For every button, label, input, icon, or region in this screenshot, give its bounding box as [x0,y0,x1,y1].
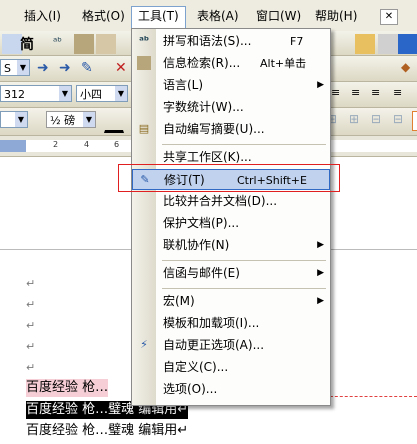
style-dropdown[interactable]: S ▼ [0,59,30,76]
book-icon[interactable] [74,34,94,54]
arrow-right-icon[interactable]: ➜ [58,59,78,79]
ruler-tick: 4 [84,140,90,149]
menu-tools[interactable]: 工具(T) [131,6,186,29]
paragraph-mark: ↵ [26,361,36,374]
toolbar-icon[interactable] [398,34,417,54]
spell-icon[interactable]: ᵃᵇ [52,34,72,54]
document-line[interactable]: 百度经验 枪… [26,379,109,397]
toolbar-icon[interactable] [378,34,398,54]
font-value: 312 [4,88,25,101]
menu-item-label: 模板和加载项(I)... [163,316,260,330]
submenu-arrow-icon: ▶ [317,80,324,90]
line-weight-dropdown[interactable]: ½ 磅 ▼ [46,111,96,128]
document-line[interactable]: 百度经验 枪…璧魂 编辑用↵ [26,422,188,440]
arrow-right-icon[interactable]: ➜ [36,59,56,79]
menu-item-auto-summarize[interactable]: ▤ 自动编写摘要(U)... [132,119,330,140]
edit-icon[interactable]: ✎ [80,59,100,79]
menu-window[interactable]: 窗口(W) [254,7,303,25]
research-icon [137,56,151,70]
line-dropdown[interactable]: ▼ [0,111,28,128]
menu-item-label: 保护文档(P)... [163,216,240,230]
close-doc-icon[interactable]: ✕ [380,9,398,25]
submenu-arrow-icon: ▶ [317,268,324,278]
table-icon[interactable]: ⊟ [392,111,412,131]
menu-item-macro[interactable]: 宏(M) ▶ [132,291,330,312]
autocorrect-icon: ⚡ [140,338,148,351]
menu-insert[interactable]: 插入(I) [22,7,63,25]
menu-item-label: 自定义(C)... [163,360,229,374]
size-value: 小四 [80,88,102,101]
tools-menu: ᵃᵇ 拼写和语法(S)... F7 信息检索(R)... Alt+单击 语言(L… [131,28,331,406]
menu-item-label: 宏(M) [163,294,195,308]
toolbar-button[interactable] [2,34,22,54]
menu-help[interactable]: 帮助(H) [313,7,359,25]
table-icon[interactable]: ⊞ [348,111,368,131]
paragraph-mark: ↵ [26,277,36,290]
toolbar-icon[interactable] [355,34,375,54]
spelling-icon: ᵃᵇ [138,34,150,47]
menu-item-label: 选项(O)... [163,382,218,396]
menu-item-autocorrect[interactable]: ⚡ 自动更正选项(A)... [132,335,330,356]
submenu-arrow-icon: ▶ [317,240,324,250]
summary-icon: ▤ [138,122,150,135]
toolbar-icon[interactable] [412,111,417,131]
align-right-icon[interactable]: ≡ [370,85,390,105]
menu-item-spelling[interactable]: ᵃᵇ 拼写和语法(S)... F7 [132,31,330,52]
align-left-icon[interactable]: ≡ [330,85,350,105]
font-dropdown[interactable]: 312 ▼ [0,85,72,102]
menu-item-online-collaboration[interactable]: 联机协作(N) ▶ [132,235,330,256]
menu-item-label: 自动更正选项(A)... [163,338,265,352]
menu-item-label: 字数统计(W)... [163,100,244,114]
menu-item-label: 信函与邮件(E) [163,266,240,280]
ruler-tick: 2 [53,140,59,149]
pen-color-icon[interactable] [104,111,124,133]
line-weight-value: ½ 磅 [50,114,76,127]
menu-item-language[interactable]: 语言(L) ▶ [132,75,330,96]
menu-item-protect-document[interactable]: 保护文档(P)... [132,213,330,234]
paragraph-mark: ↵ [26,340,36,353]
menu-item-label: 信息检索(R)... [163,56,241,70]
ruler-margin [0,140,26,152]
menu-item-label: 自动编写摘要(U)... [163,122,265,136]
menu-table[interactable]: 表格(A) [195,7,241,25]
highlight-annotation-box [118,164,340,192]
menu-separator [162,288,326,289]
paragraph-mark: ↵ [26,298,36,311]
menu-item-research[interactable]: 信息检索(R)... Alt+单击 [132,53,330,74]
menu-item-word-count[interactable]: 字数统计(W)... [132,97,330,118]
menu-item-label: 联机协作(N) [163,238,230,252]
toolbar-icon[interactable]: ◆ [400,59,417,79]
menu-separator [162,260,326,261]
menu-item-templates-addins[interactable]: 模板和加载项(I)... [132,313,330,334]
paste-icon[interactable] [96,34,116,54]
menu-separator [162,144,326,145]
justify-icon[interactable]: ≡ [392,85,412,105]
menu-item-label: 比较并合并文档(D)... [163,194,278,208]
menu-item-compare-merge[interactable]: 比较并合并文档(D)... [132,191,330,212]
menu-item-options[interactable]: 选项(O)... [132,379,330,400]
menu-item-label: 语言(L) [163,78,204,92]
table-icon[interactable]: ⊟ [370,111,390,131]
size-dropdown[interactable]: 小四 ▼ [76,85,128,102]
paragraph-mark: ↵ [26,319,36,332]
menu-item-customize[interactable]: 自定义(C)... [132,357,330,378]
menu-format[interactable]: 格式(O) [80,7,127,25]
style-indicator[interactable]: 简 [20,34,34,54]
align-center-icon[interactable]: ≡ [350,85,370,105]
menu-item-shortcut: Alt+单击 [260,57,307,70]
ruler-tick: 6 [114,140,120,149]
menu-item-shortcut: F7 [290,35,304,48]
menu-item-letters-mailings[interactable]: 信函与邮件(E) ▶ [132,263,330,284]
menu-item-label: 拼写和语法(S)... [163,34,252,48]
submenu-arrow-icon: ▶ [317,296,324,306]
